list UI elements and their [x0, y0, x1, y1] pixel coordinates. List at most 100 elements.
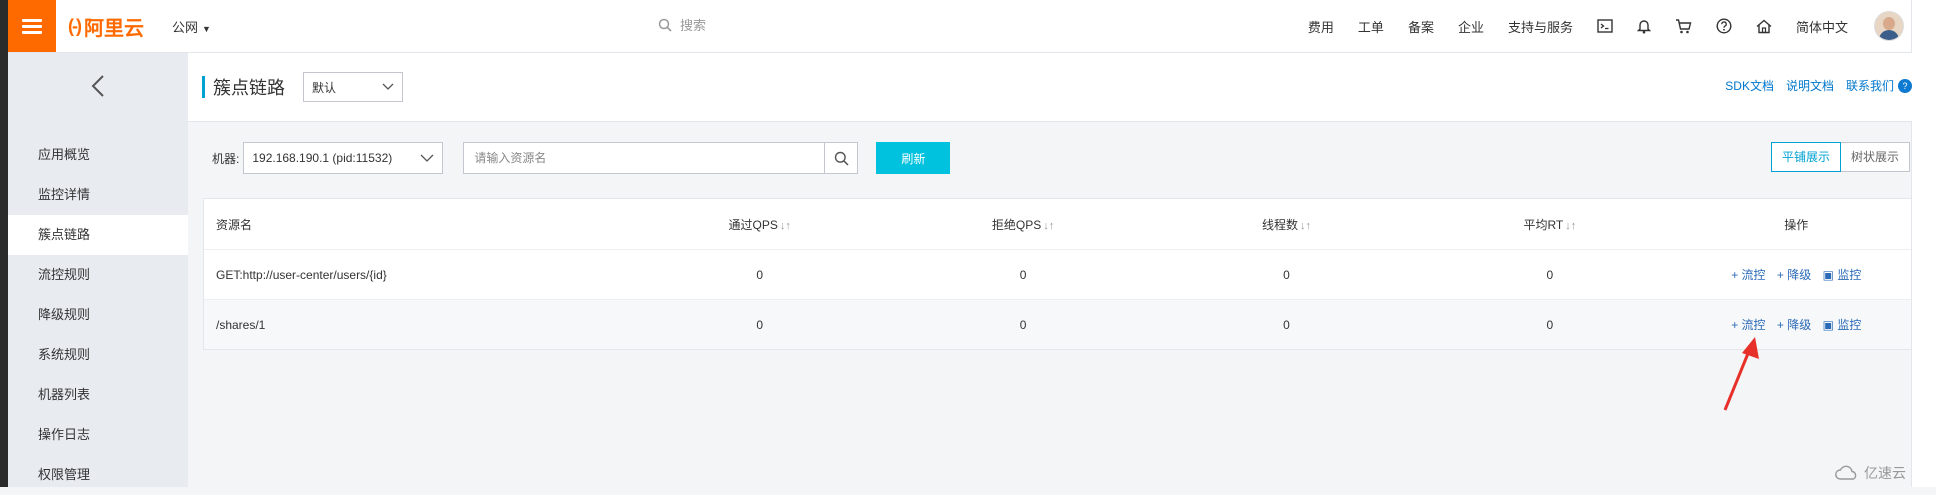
- nav-link-tickets[interactable]: 工单: [1358, 17, 1384, 36]
- monitor-icon: ▣: [1822, 318, 1834, 332]
- cell-actions: + 流控 + 降级 ▣ 监控: [1682, 316, 1911, 333]
- resource-table: 资源名 通过QPS ↓↑ 拒绝QPS ↓↑ 线程数 ↓↑ 平均RT ↓↑ 操作 GET:…: [203, 198, 1912, 350]
- machine-select-value: 192.168.190.1 (pid:11532): [252, 151, 393, 165]
- watermark-text: 亿速云: [1864, 465, 1906, 481]
- avatar-body: [1879, 30, 1899, 40]
- watermark: 亿速云: [1834, 463, 1906, 483]
- cell-threads: 0: [1283, 267, 1290, 282]
- col-header-block-qps[interactable]: 拒绝QPS ↓↑: [891, 216, 1154, 233]
- plus-icon: +: [1731, 318, 1739, 332]
- sidebar-item-monitor-detail[interactable]: 监控详情: [8, 175, 188, 215]
- avatar-head: [1883, 17, 1895, 30]
- manual-link[interactable]: 说明文档: [1786, 77, 1834, 94]
- cell-resource-name: GET:http://user-center/users/{id}: [216, 267, 387, 282]
- page-header: 簇点链路 默认 SDK文档 说明文档 联系我们 ?: [188, 53, 1912, 122]
- header-links: SDK文档 说明文档 联系我们 ?: [1713, 77, 1912, 94]
- nav-link-enterprise[interactable]: 企业: [1458, 17, 1484, 36]
- degrade-button[interactable]: + 降级: [1777, 268, 1811, 282]
- nav-link-fees[interactable]: 费用: [1308, 17, 1334, 36]
- sidebar-item-permissions[interactable]: 权限管理: [8, 455, 188, 495]
- col-header-pass-qps[interactable]: 通过QPS ↓↑: [628, 216, 891, 233]
- sidebar-item-cluster-chain[interactable]: 簇点链路: [8, 215, 188, 255]
- nav-link-filing[interactable]: 备案: [1408, 17, 1434, 36]
- sidebar-item-degrade-rules[interactable]: 降级规则: [8, 295, 188, 335]
- sort-icon[interactable]: ↓↑: [780, 220, 791, 232]
- flow-control-button[interactable]: + 流控: [1731, 268, 1765, 282]
- plus-icon: +: [1776, 268, 1784, 282]
- sidebar-item-system-rules[interactable]: 系统规则: [8, 335, 188, 375]
- machine-select[interactable]: 192.168.190.1 (pid:11532): [243, 142, 444, 174]
- degrade-label: 降级: [1787, 268, 1812, 282]
- bell-icon[interactable]: [1636, 18, 1651, 34]
- sort-icon[interactable]: ↓↑: [1565, 220, 1576, 232]
- table-header-row: 资源名 通过QPS ↓↑ 拒绝QPS ↓↑ 线程数 ↓↑ 平均RT ↓↑ 操作: [204, 199, 1911, 250]
- degrade-label: 降级: [1787, 318, 1812, 332]
- machine-label: 机器:: [212, 151, 240, 166]
- sidebar-item-overview[interactable]: 应用概览: [8, 135, 188, 175]
- contact-link[interactable]: 联系我们: [1846, 77, 1894, 94]
- caret-down-icon: ▼: [202, 23, 211, 34]
- col-header-avg-rt-label: 平均RT: [1523, 217, 1564, 232]
- global-search[interactable]: 搜索: [658, 15, 706, 34]
- page-title: 簇点链路: [213, 78, 285, 98]
- view-flat-button[interactable]: 平铺展示: [1770, 142, 1841, 172]
- sort-icon[interactable]: ↓↑: [1300, 220, 1311, 232]
- filter-toolbar: 机器: 192.168.190.1 (pid:11532) 刷新 平铺展示 树状…: [188, 122, 1912, 194]
- cell-pass-qps: 0: [756, 317, 764, 332]
- top-navbar: (-) 阿里云 公网 ▼ 搜索 费用 工单 备案 企业 支持与服务 简体中文: [8, 0, 1912, 53]
- window-edge: [0, 0, 8, 487]
- logo-mark: (-): [68, 15, 82, 36]
- top-right-nav: 费用 工单 备案 企业 支持与服务 简体中文: [1296, 0, 1904, 52]
- cell-avg-rt: 0: [1546, 267, 1554, 282]
- sidebar-item-operation-log[interactable]: 操作日志: [8, 415, 188, 455]
- monitor-button[interactable]: ▣ 监控: [1823, 318, 1862, 332]
- chevron-down-icon: [382, 83, 394, 90]
- cart-icon[interactable]: [1675, 18, 1692, 34]
- monitor-button[interactable]: ▣ 监控: [1823, 268, 1862, 282]
- home-icon[interactable]: [1756, 19, 1772, 34]
- cell-block-qps: 0: [1019, 267, 1027, 282]
- cell-pass-qps: 0: [756, 267, 764, 282]
- region-selector[interactable]: 公网 ▼: [172, 17, 211, 36]
- col-header-resource: 资源名: [216, 217, 253, 232]
- view-tree-button[interactable]: 树状展示: [1840, 142, 1910, 172]
- sidebar-nav: 应用概览 监控详情 簇点链路 流控规则 降级规则 系统规则 机器列表 操作日志 …: [8, 135, 188, 495]
- degrade-button[interactable]: + 降级: [1777, 318, 1811, 332]
- env-select[interactable]: 默认: [303, 72, 403, 102]
- sdk-docs-link[interactable]: SDK文档: [1725, 77, 1774, 94]
- sidebar-collapse-button[interactable]: [8, 53, 188, 119]
- resource-search-button[interactable]: [824, 143, 857, 173]
- col-header-block-qps-label: 拒绝QPS: [991, 217, 1042, 232]
- flow-control-button[interactable]: + 流控: [1731, 318, 1765, 332]
- menu-button[interactable]: [8, 0, 56, 52]
- main-content: 簇点链路 默认 SDK文档 说明文档 联系我们 ? 机器: 192.168.19…: [188, 53, 1912, 487]
- resource-search: [463, 142, 859, 174]
- search-icon: [658, 18, 672, 32]
- language-switch[interactable]: 简体中文: [1796, 17, 1848, 36]
- cell-block-qps: 0: [1019, 317, 1027, 332]
- col-header-avg-rt[interactable]: 平均RT ↓↑: [1418, 216, 1681, 233]
- aliyun-logo[interactable]: (-) 阿里云: [68, 12, 144, 41]
- search-placeholder: 搜索: [680, 18, 707, 33]
- table-row: GET:http://user-center/users/{id} 0 0 0 …: [204, 250, 1911, 300]
- help-icon[interactable]: [1716, 18, 1732, 34]
- flow-control-label: 流控: [1741, 318, 1766, 332]
- logo-text: 阿里云: [83, 17, 144, 40]
- cloud-logo-icon: [1835, 465, 1857, 480]
- sort-icon[interactable]: ↓↑: [1043, 220, 1054, 232]
- col-header-threads[interactable]: 线程数 ↓↑: [1155, 216, 1418, 233]
- user-avatar[interactable]: [1874, 11, 1904, 41]
- sidebar-item-flow-rules[interactable]: 流控规则: [8, 255, 188, 295]
- terminal-icon[interactable]: [1597, 19, 1613, 33]
- hamburger-icon: [22, 16, 42, 37]
- refresh-button[interactable]: 刷新: [876, 142, 951, 174]
- search-icon: [834, 151, 849, 166]
- contact-icon[interactable]: ?: [1898, 78, 1912, 93]
- page-scrollbar[interactable]: [1911, 0, 1936, 487]
- resource-search-input[interactable]: [464, 143, 825, 173]
- env-select-value: 默认: [312, 80, 337, 95]
- sidebar-item-machine-list[interactable]: 机器列表: [8, 375, 188, 415]
- monitor-label: 监控: [1837, 318, 1862, 332]
- monitor-icon: ▣: [1822, 268, 1834, 282]
- nav-link-support[interactable]: 支持与服务: [1508, 17, 1573, 36]
